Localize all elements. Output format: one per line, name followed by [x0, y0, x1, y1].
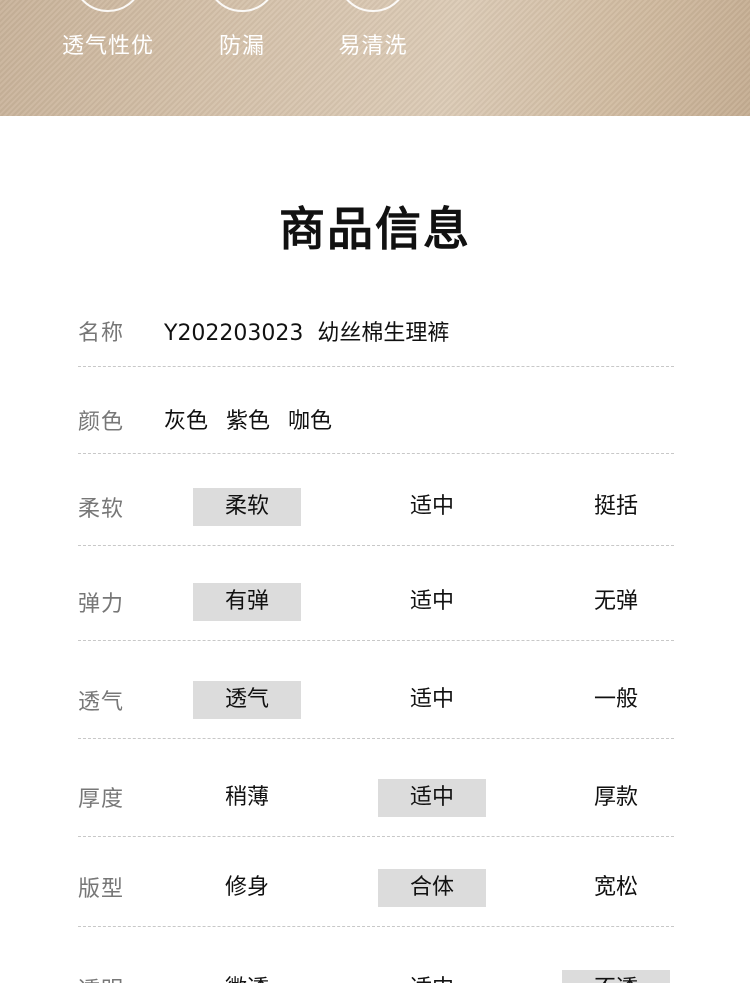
color-option: 紫色 [226, 409, 271, 434]
attr-option: 透气 [193, 681, 301, 719]
attr-row-elasticity: 弹力 有弹 适中 无弹 [78, 546, 674, 641]
row-label: 名称 [78, 321, 125, 346]
row-label: 透气 [78, 690, 125, 715]
info-row-name: 名称 Y202203023 幼丝棉生理裤 [78, 300, 674, 367]
attr-option: 合体 [378, 869, 486, 907]
attr-option: 适中 [409, 687, 454, 712]
attr-option: 厚款 [593, 785, 638, 810]
feature-label: 防漏 [218, 34, 265, 59]
attr-option: 稍薄 [224, 785, 269, 810]
attr-row-transparency: 透明 微透 适中 不透 [78, 927, 674, 983]
attr-option: 挺括 [593, 494, 638, 519]
attr-option: 一般 [593, 687, 638, 712]
section-title: 商品信息 [279, 202, 471, 256]
attr-option: 微透 [193, 970, 301, 983]
attr-option: 修身 [224, 875, 269, 900]
feature-label: 易清洗 [338, 34, 408, 59]
product-name: Y202203023 幼丝棉生理裤 [164, 321, 450, 346]
info-row-color: 颜色 灰色 紫色 咖色 [78, 367, 674, 454]
row-label: 透明 [78, 972, 124, 983]
attr-option: 适中 [409, 589, 454, 614]
row-label: 厚度 [78, 787, 125, 812]
row-label: 柔软 [78, 497, 125, 522]
attr-option: 有弹 [193, 583, 301, 621]
attr-row-thickness: 厚度 稍薄 适中 厚款 [78, 739, 674, 837]
color-option: 咖色 [288, 409, 333, 434]
attr-option: 适中 [409, 494, 454, 519]
attr-option: 不透 [562, 970, 670, 983]
color-option: 灰色 [164, 409, 209, 434]
attr-row-softness: 柔软 柔软 适中 挺括 [78, 454, 674, 546]
easy-wash-icon [337, 0, 409, 12]
breathable-icon [72, 0, 144, 12]
attr-option: 柔软 [193, 488, 301, 526]
feature-label: 透气性优 [61, 34, 154, 59]
row-label: 版型 [78, 877, 125, 902]
row-label: 弹力 [78, 592, 125, 617]
color-list: 灰色 紫色 咖色 [164, 403, 332, 435]
row-label: 颜色 [78, 410, 125, 435]
attr-option: 适中 [378, 970, 486, 983]
attr-row-fit: 版型 修身 合体 宽松 [78, 837, 674, 927]
fabric-banner: 透气性优 防漏 易清洗 [0, 0, 750, 116]
attr-option: 宽松 [593, 875, 638, 900]
leakproof-icon [206, 0, 278, 12]
attr-row-breathability: 透气 透气 适中 一般 [78, 641, 674, 739]
attr-option: 适中 [378, 779, 486, 817]
attr-option: 无弹 [593, 589, 638, 614]
